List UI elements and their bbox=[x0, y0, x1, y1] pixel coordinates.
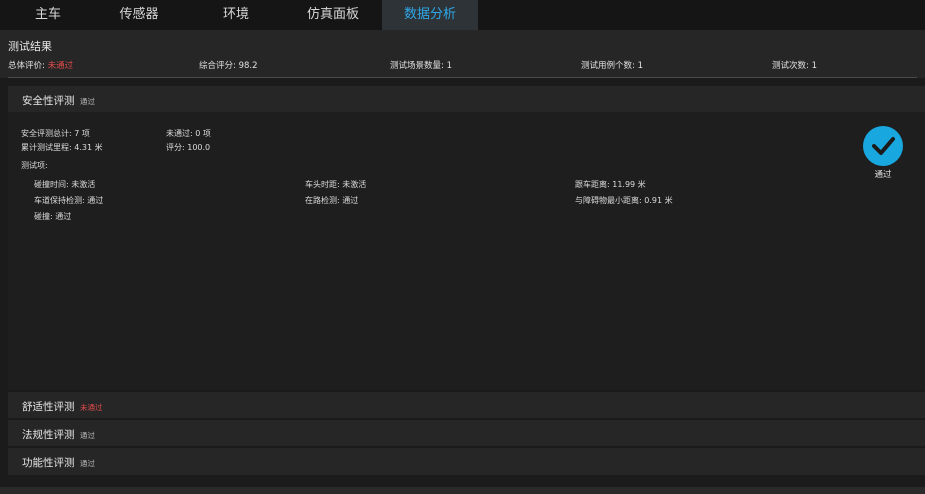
case-count: 测试用例个数: 1 bbox=[581, 61, 643, 71]
test-results-title: 测试结果 bbox=[8, 40, 52, 53]
scenario-count: 测试场景数量: 1 bbox=[390, 61, 452, 71]
top-tab-bar: 主车 传感器 环境 仿真面板 数据分析 bbox=[0, 0, 925, 30]
pass-badge-label: 通过 bbox=[874, 170, 892, 180]
test-item-headway: 车头时距: 未激活 bbox=[305, 180, 367, 189]
regulation-section-header[interactable]: 法规性评测 通过 bbox=[8, 420, 925, 446]
safety-total: 安全评测总计: 7 项 bbox=[21, 129, 90, 138]
function-section-title: 功能性评测 bbox=[22, 457, 75, 469]
test-results-summary: 测试结果 总体评价: 未通过 综合评分: 98.2 测试场景数量: 1 测试用例… bbox=[0, 30, 925, 78]
tab-environment[interactable]: 环境 bbox=[188, 0, 284, 30]
function-section-header[interactable]: 功能性评测 通过 bbox=[8, 448, 925, 475]
function-section-status: 通过 bbox=[80, 459, 95, 468]
test-item-lane-keeping: 车道保持检测: 通过 bbox=[34, 196, 104, 205]
comfort-section-header[interactable]: 舒适性评测 未通过 bbox=[8, 392, 925, 418]
safety-failed: 未通过: 0 项 bbox=[166, 129, 211, 138]
comfort-section-title: 舒适性评测 bbox=[22, 401, 75, 413]
run-count: 测试次数: 1 bbox=[772, 61, 817, 71]
regulation-section-status: 通过 bbox=[80, 431, 95, 440]
test-item-min-obstacle-distance: 与障碍物最小距离: 0.91 米 bbox=[575, 196, 673, 205]
safety-section-status: 通过 bbox=[80, 97, 95, 106]
regulation-section-title: 法规性评测 bbox=[22, 429, 75, 441]
overall-evaluation-value: 未通过 bbox=[47, 61, 74, 71]
results-divider bbox=[8, 77, 917, 78]
test-item-following-distance: 跟车距离: 11.99 米 bbox=[575, 180, 646, 189]
test-item-collision: 碰撞: 通过 bbox=[34, 212, 72, 221]
test-item-on-road: 在路检测: 通过 bbox=[305, 196, 359, 205]
tab-sensor[interactable]: 传感器 bbox=[92, 0, 186, 30]
comfort-section-status: 未通过 bbox=[80, 403, 103, 412]
checkmark-icon bbox=[872, 137, 895, 155]
bottom-scrollbar[interactable] bbox=[0, 487, 925, 494]
tab-main-vehicle[interactable]: 主车 bbox=[0, 0, 96, 30]
safety-section-title: 安全性评测 bbox=[22, 95, 75, 107]
tab-data-analysis[interactable]: 数据分析 bbox=[382, 0, 478, 30]
test-item-collision-time: 碰撞时间: 未激活 bbox=[34, 180, 96, 189]
tab-simulation-panel[interactable]: 仿真面板 bbox=[285, 0, 381, 30]
overall-evaluation-label: 总体评价: bbox=[8, 61, 45, 71]
safety-section-header[interactable]: 安全性评测 通过 bbox=[8, 86, 925, 112]
safety-detail-panel bbox=[8, 112, 925, 390]
test-items-label: 测试项: bbox=[21, 161, 48, 170]
overall-score: 综合评分: 98.2 bbox=[199, 61, 258, 71]
pass-badge bbox=[863, 126, 903, 166]
overall-evaluation: 总体评价: 未通过 bbox=[8, 59, 73, 71]
safety-score: 评分: 100.0 bbox=[166, 143, 211, 152]
safety-mileage: 累计测试里程: 4.31 米 bbox=[21, 143, 103, 152]
